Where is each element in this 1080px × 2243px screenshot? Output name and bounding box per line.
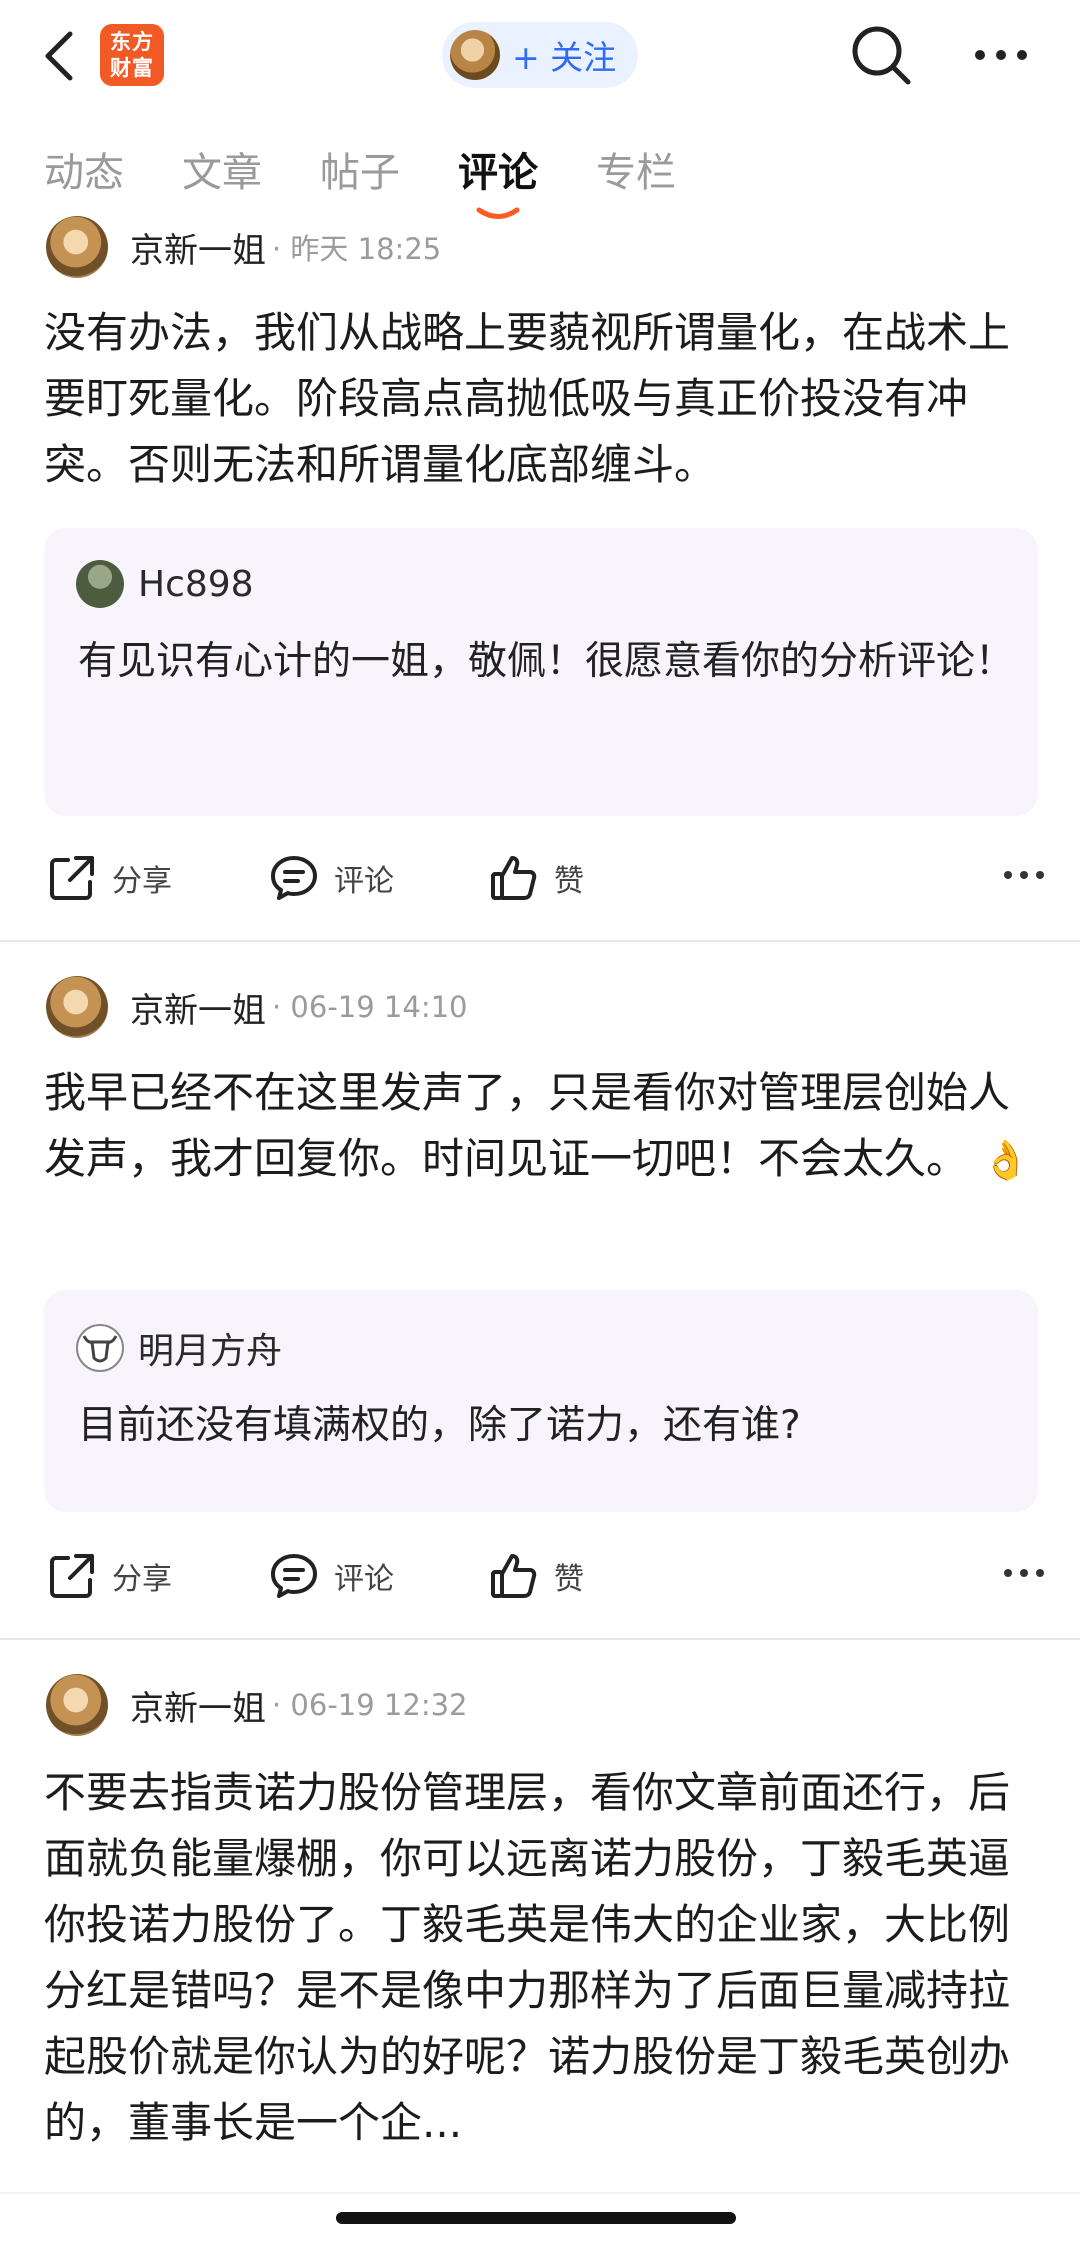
comment-icon <box>271 1554 317 1598</box>
share-label: 分享 <box>112 1562 172 1597</box>
comment-button[interactable]: 评论 <box>268 1544 394 1608</box>
avatar <box>450 30 500 80</box>
author-name[interactable]: 京新一姐 <box>130 1681 266 1730</box>
author-name[interactable]: 京新一姐 <box>130 983 266 1032</box>
divider <box>0 2192 1080 2194</box>
like-label: 赞 <box>554 1562 584 1597</box>
comment-button[interactable]: 评论 <box>268 846 394 910</box>
quoted-author: 明月方舟 <box>138 1331 283 1372</box>
comment-label: 评论 <box>334 864 394 899</box>
share-icon <box>50 1554 94 1598</box>
comment-text[interactable]: 我早已经不在这里发声了，只是看你对管理层创始人发声，我才回复你。时间见证一切吧！… <box>44 1060 1044 1193</box>
quoted-text: 目前还没有填满权的，除了诺力，还有谁? <box>78 1403 801 1448</box>
comment-label: 评论 <box>334 1562 394 1597</box>
share-button[interactable]: 分享 <box>46 846 172 910</box>
thumbs-up-icon <box>491 1554 537 1598</box>
ok-hand-emoji: 👌 <box>982 1138 1030 1182</box>
timestamp: · 06-19 12:32 <box>272 1688 468 1722</box>
quoted-text: 有见识有心计的一姐，敬佩！很愿意看你的分析评论！ <box>78 639 1015 684</box>
like-label: 赞 <box>554 864 584 899</box>
comment-header: 京新一姐 · 06-19 12:32 <box>46 1674 468 1736</box>
comment-text-body: 我早已经不在这里发声了，只是看你对管理层创始人发声，我才回复你。时间见证一切吧！… <box>44 1068 1011 1183</box>
tab-columns[interactable]: 专栏 <box>596 140 676 198</box>
tab-dynamics[interactable]: 动态 <box>44 140 124 198</box>
divider <box>0 1638 1080 1640</box>
tab-comments[interactable]: 评论 <box>458 140 538 198</box>
follow-label: + 关注 <box>512 38 617 77</box>
quoted-comment[interactable]: Hc898 有见识有心计的一姐，敬佩！很愿意看你的分析评论！ <box>44 528 1038 816</box>
comment-header: 京新一姐 · 昨天 18:25 <box>46 216 441 278</box>
tab-bar: 动态 文章 帖子 评论 专栏 <box>44 140 1044 220</box>
timestamp: · 06-19 14:10 <box>272 990 468 1024</box>
comment-icon <box>271 856 317 900</box>
tab-posts[interactable]: 帖子 <box>320 140 400 198</box>
like-button[interactable]: 赞 <box>488 1544 584 1608</box>
divider <box>0 940 1080 942</box>
app-logo-text: 东方财富 <box>110 30 154 80</box>
author-name[interactable]: 京新一姐 <box>130 223 266 272</box>
quoted-header: 明月方舟 <box>76 1322 282 1374</box>
comment-text[interactable]: 不要去指责诺力股份管理层，看你文章前面还行，后面就负能量爆棚，你可以远离诺力股份… <box>44 1760 1044 2156</box>
action-bar: 分享 评论 赞 <box>46 1544 1046 1608</box>
action-bar: 分享 评论 赞 <box>46 846 1046 910</box>
like-button[interactable]: 赞 <box>488 846 584 910</box>
thumbs-up-icon <box>491 856 537 900</box>
back-icon[interactable] <box>40 28 80 84</box>
avatar[interactable] <box>46 976 108 1038</box>
tab-articles[interactable]: 文章 <box>182 140 262 198</box>
comment-text[interactable]: 没有办法，我们从战略上要藐视所谓量化，在战术上要盯死量化。阶段高点高抛低吸与真正… <box>44 300 1044 498</box>
quoted-header: Hc898 <box>76 560 254 608</box>
more-icon[interactable] <box>1002 1558 1046 1588</box>
quoted-comment[interactable]: 明月方舟 目前还没有填满权的，除了诺力，还有谁? <box>44 1290 1038 1512</box>
top-bar: 东方财富 + 关注 <box>0 0 1080 110</box>
search-icon[interactable] <box>848 22 914 88</box>
app-logo[interactable]: 东方财富 <box>100 24 164 86</box>
more-icon[interactable] <box>1002 860 1046 890</box>
timestamp: · 昨天 18:25 <box>272 232 442 266</box>
share-label: 分享 <box>112 864 172 899</box>
more-icon[interactable] <box>972 40 1030 70</box>
home-indicator[interactable] <box>336 2212 736 2224</box>
avatar[interactable] <box>46 1674 108 1736</box>
comment-header: 京新一姐 · 06-19 14:10 <box>46 976 468 1038</box>
active-tab-indicator <box>476 206 520 220</box>
share-icon <box>50 856 94 900</box>
share-button[interactable]: 分享 <box>46 1544 172 1608</box>
avatar <box>76 1324 124 1372</box>
follow-button[interactable]: + 关注 <box>442 22 638 88</box>
avatar[interactable] <box>46 216 108 278</box>
quoted-author: Hc898 <box>138 563 254 605</box>
avatar <box>76 560 124 608</box>
